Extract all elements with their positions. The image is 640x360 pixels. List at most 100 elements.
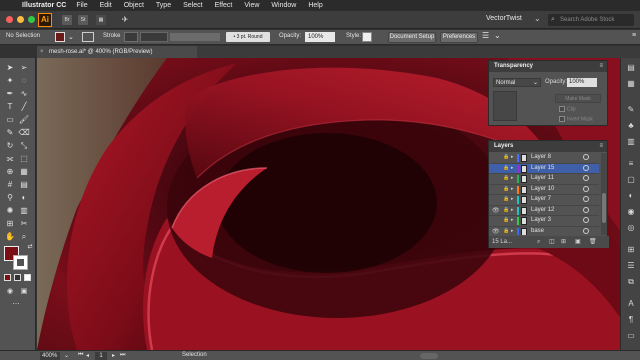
menu-type[interactable]: Type [156, 2, 171, 9]
layer-name[interactable]: Layer 8 [531, 154, 551, 160]
zoom-level-field[interactable]: 400% [40, 352, 60, 360]
opacity-input[interactable]: 100% [567, 78, 597, 87]
lock-toggle-icon[interactable]: 🔒 [503, 207, 509, 213]
gradient-tool-icon[interactable]: ▤ [18, 179, 30, 190]
expand-triangle-icon[interactable]: ▸ [511, 154, 514, 160]
scroll-thumb[interactable] [602, 193, 606, 223]
rectangle-tool-icon[interactable]: ▭ [4, 114, 16, 125]
menu-select[interactable]: Select [183, 2, 202, 9]
screen-mode-icon[interactable]: ▣ [18, 286, 30, 297]
target-circle-icon[interactable] [583, 185, 589, 192]
menu-view[interactable]: View [244, 2, 259, 9]
paintbrush-tool-icon[interactable]: 🖌 [18, 114, 30, 125]
prev-artboard-icon[interactable]: ◂ [86, 352, 89, 359]
gradient-mode-icon[interactable] [14, 274, 21, 281]
type-tool-icon[interactable]: T [4, 101, 16, 112]
brush-definition-dropdown[interactable]: • 3 pt. Round [226, 32, 270, 42]
target-circle-icon[interactable] [583, 164, 589, 171]
menu-edit[interactable]: Edit [100, 2, 112, 9]
shaper-tool-icon[interactable]: ✎ [4, 127, 16, 138]
layer-name[interactable]: Layer 15 [531, 165, 554, 171]
opacity-label[interactable]: Opacity: [279, 33, 301, 39]
expand-triangle-icon[interactable]: ▸ [511, 165, 514, 171]
stroke-label[interactable]: Stroke [103, 33, 120, 39]
perspective-grid-tool-icon[interactable]: ▦ [18, 166, 30, 177]
make-clipping-mask-icon[interactable]: ◫ [549, 236, 555, 248]
lock-toggle-icon[interactable]: 🔒 [503, 217, 509, 223]
app-menu[interactable]: Illustrator CC [22, 2, 66, 9]
menu-file[interactable]: File [76, 2, 87, 9]
layer-row[interactable]: 👁 🔒 ▸ Layer 12 [489, 206, 599, 216]
selection-tool-icon[interactable]: ➤ [4, 62, 16, 73]
target-circle-icon[interactable] [583, 175, 589, 181]
none-mode-icon[interactable] [24, 274, 31, 281]
magic-wand-tool-icon[interactable]: ✦ [4, 75, 16, 86]
symbols-icon[interactable]: ♣ [625, 120, 637, 132]
layer-name[interactable]: Layer 3 [531, 217, 551, 223]
next-artboard-icon[interactable]: ▸ [112, 352, 115, 359]
fill-color-swatch[interactable] [55, 32, 65, 42]
shape-builder-tool-icon[interactable]: ⊕ [4, 166, 16, 177]
close-window-button[interactable] [6, 16, 13, 23]
curvature-tool-icon[interactable]: ∿ [18, 88, 30, 99]
mesh-tool-icon[interactable]: # [4, 179, 16, 190]
layer-row[interactable]: 🔒 ▸ Layer 7 [489, 195, 599, 206]
layer-name[interactable]: Layer 7 [531, 196, 551, 202]
transform-icon[interactable]: ⊞ [625, 244, 637, 256]
gradient-icon[interactable]: ▢ [625, 174, 637, 186]
expand-triangle-icon[interactable]: ▸ [511, 228, 514, 234]
lock-toggle-icon[interactable]: 🔒 [503, 154, 509, 160]
clip-checkbox[interactable]: Clip [559, 106, 576, 112]
swatches-icon[interactable]: ▥ [625, 136, 637, 148]
layer-name[interactable]: Layer 10 [531, 186, 554, 192]
layer-name[interactable]: base [531, 228, 544, 234]
graphic-styles-icon[interactable]: ◎ [625, 222, 637, 234]
zoom-tool-icon[interactable]: ⌕ [18, 231, 30, 242]
layer-row[interactable]: 🔒 ▸ Layer 11 [489, 174, 599, 185]
workspace-switcher[interactable]: VectorTwist [486, 15, 522, 22]
document-setup-button[interactable]: Document Setup [388, 32, 436, 43]
chevron-down-icon[interactable]: ⌄ [534, 14, 541, 23]
expand-triangle-icon[interactable]: ▸ [511, 186, 514, 192]
current-tool-status[interactable]: Selection [182, 352, 207, 358]
target-circle-icon[interactable] [583, 154, 589, 160]
free-transform-tool-icon[interactable]: ⬚ [18, 153, 30, 164]
pen-tool-icon[interactable]: ✒ [4, 88, 16, 99]
layer-row[interactable]: 👁 🔒 ▸ base [489, 227, 599, 235]
menu-window[interactable]: Window [271, 2, 296, 9]
swap-fill-stroke-icon[interactable]: ⇄ [24, 242, 36, 253]
layer-name[interactable]: Layer 11 [531, 175, 554, 181]
expand-triangle-icon[interactable]: ▸ [511, 207, 514, 213]
layer-name[interactable]: Layer 12 [531, 207, 554, 213]
menu-effect[interactable]: Effect [215, 2, 233, 9]
zoom-window-button[interactable] [28, 16, 35, 23]
delete-layer-icon[interactable]: 🗑 [589, 236, 597, 248]
align-icon[interactable]: ☰ [482, 31, 489, 40]
eyedropper-tool-icon[interactable]: ⚲ [4, 192, 16, 203]
last-artboard-icon[interactable]: ⏭ [120, 352, 125, 359]
align-icon[interactable]: ☰ [625, 260, 637, 272]
slice-tool-icon[interactable]: ✂ [18, 218, 30, 229]
line-segment-tool-icon[interactable]: ╱ [18, 101, 30, 112]
direct-selection-tool-icon[interactable]: ➢ [18, 62, 30, 73]
close-tab-icon[interactable]: × [40, 46, 44, 58]
minimize-window-button[interactable] [17, 16, 24, 23]
target-circle-icon[interactable] [583, 196, 589, 202]
stroke-icon[interactable]: ≡ [625, 158, 637, 170]
blend-mode-dropdown[interactable]: Normal ⌄ [493, 78, 541, 87]
locate-object-icon[interactable]: ⌕ [537, 236, 540, 248]
properties-icon[interactable]: ▦ [625, 78, 637, 90]
visibility-toggle-icon[interactable]: 👁 [492, 207, 500, 214]
invert-mask-checkbox[interactable]: Invert Mask [559, 116, 593, 122]
rotate-tool-icon[interactable]: ↻ [4, 140, 16, 151]
variable-width-profile[interactable] [170, 33, 220, 41]
layers-scrollbar[interactable] [601, 153, 607, 235]
symbol-sprayer-tool-icon[interactable]: ✺ [4, 205, 16, 216]
pathfinder-icon[interactable]: ⧉ [625, 276, 637, 288]
menu-object[interactable]: Object [124, 2, 144, 9]
appearance-icon[interactable]: ◉ [625, 206, 637, 218]
document-tab[interactable]: × mesh-rose.ai* @ 400% (RGB/Preview) [37, 46, 197, 58]
layers-header[interactable]: Layers ≡ [489, 141, 607, 152]
artboard-number-field[interactable]: 1 [95, 352, 107, 360]
lasso-tool-icon[interactable]: ◌ [18, 75, 30, 86]
